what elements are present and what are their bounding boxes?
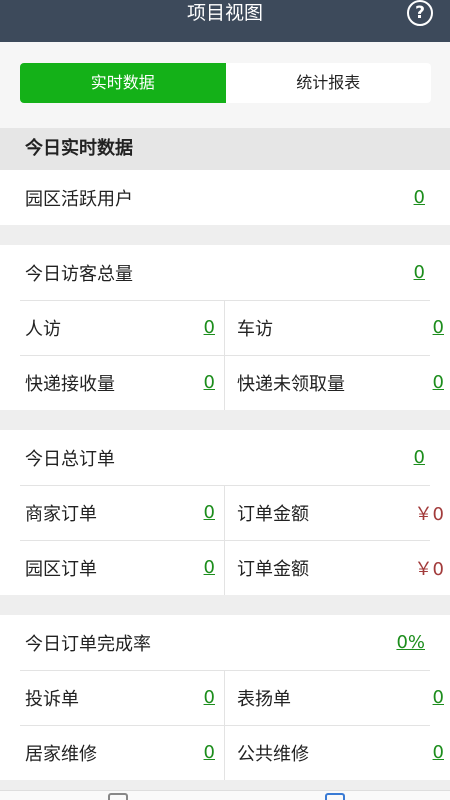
express-unclaimed-cell: 快递未领取量 0 bbox=[225, 355, 450, 410]
repair-row: 居家维修 0 公共维修 0 bbox=[0, 725, 450, 780]
public-repair-label: 公共维修 bbox=[237, 743, 309, 765]
park-orders-cell: 园区订单 0 bbox=[0, 540, 225, 595]
express-unclaimed-label: 快递未领取量 bbox=[237, 373, 345, 395]
page-title: 项目视图 bbox=[186, 2, 263, 24]
active-users-label: 园区活跃用户 bbox=[25, 188, 133, 210]
orders-total-row: 今日总订单 0 bbox=[0, 430, 450, 485]
orders-total-label: 今日总订单 bbox=[25, 448, 115, 470]
praise-label: 表扬单 bbox=[237, 688, 291, 710]
tab-realtime-data[interactable]: 实时数据 bbox=[20, 63, 226, 103]
merchant-orders-value[interactable]: 0 bbox=[204, 502, 215, 523]
home-repair-cell: 居家维修 0 bbox=[0, 725, 225, 780]
active-users-row: 园区活跃用户 0 bbox=[0, 170, 450, 225]
help-icon[interactable]: ? bbox=[407, 0, 433, 26]
merchant-amount-label: 订单金额 bbox=[237, 503, 309, 525]
complaint-value[interactable]: 0 bbox=[204, 687, 215, 708]
visitors-card: 今日访客总量 0 人访 0 车访 0 快递接收量 0 快递未领取量 0 bbox=[0, 245, 450, 410]
park-orders-row: 园区订单 0 订单金额 ￥0 bbox=[0, 540, 450, 595]
park-amount-value: ￥0 bbox=[414, 558, 444, 580]
orders-card: 今日总订单 0 商家订单 0 订单金额 ￥0 园区订单 0 订单金额 ￥0 bbox=[0, 430, 450, 595]
completion-rate-row: 今日订单完成率 0% bbox=[0, 615, 450, 670]
express-received-value[interactable]: 0 bbox=[204, 372, 215, 393]
active-users-value[interactable]: 0 bbox=[414, 187, 425, 208]
tab-statistics-report[interactable]: 统计报表 bbox=[226, 63, 432, 103]
vehicle-visit-cell: 车访 0 bbox=[225, 300, 450, 355]
tabbar-second-icon[interactable] bbox=[325, 793, 345, 800]
active-users-card: 园区活跃用户 0 bbox=[0, 170, 450, 225]
top-bar: 项目视图 ? bbox=[0, 0, 450, 42]
tabs-container: 实时数据 统计报表 bbox=[0, 42, 450, 128]
tabbar-first-icon[interactable] bbox=[108, 793, 128, 800]
home-repair-label: 居家维修 bbox=[25, 743, 97, 765]
public-repair-cell: 公共维修 0 bbox=[225, 725, 450, 780]
vehicle-visit-value[interactable]: 0 bbox=[433, 317, 444, 338]
bottom-tab-bar bbox=[0, 790, 450, 800]
praise-cell: 表扬单 0 bbox=[225, 670, 450, 725]
merchant-amount-value: ￥0 bbox=[414, 503, 444, 525]
completion-rate-value[interactable]: 0% bbox=[396, 632, 425, 653]
merchant-orders-cell: 商家订单 0 bbox=[0, 485, 225, 540]
home-repair-value[interactable]: 0 bbox=[204, 742, 215, 763]
visitors-total-label: 今日访客总量 bbox=[25, 263, 133, 285]
person-visit-value[interactable]: 0 bbox=[204, 317, 215, 338]
complaint-label: 投诉单 bbox=[25, 688, 79, 710]
segmented-tabs: 实时数据 统计报表 bbox=[20, 63, 431, 103]
express-received-cell: 快递接收量 0 bbox=[0, 355, 225, 410]
praise-value[interactable]: 0 bbox=[433, 687, 444, 708]
public-repair-value[interactable]: 0 bbox=[433, 742, 444, 763]
express-received-label: 快递接收量 bbox=[25, 373, 115, 395]
orders-total-value[interactable]: 0 bbox=[414, 447, 425, 468]
merchant-orders-row: 商家订单 0 订单金额 ￥0 bbox=[0, 485, 450, 540]
express-row: 快递接收量 0 快递未领取量 0 bbox=[0, 355, 450, 410]
merchant-orders-label: 商家订单 bbox=[25, 503, 97, 525]
park-orders-label: 园区订单 bbox=[25, 558, 97, 580]
person-visit-label: 人访 bbox=[25, 318, 61, 340]
completion-rate-label: 今日订单完成率 bbox=[25, 633, 151, 655]
section-title: 今日实时数据 bbox=[0, 128, 450, 170]
visitors-total-value[interactable]: 0 bbox=[414, 262, 425, 283]
park-amount-cell: 订单金额 ￥0 bbox=[225, 540, 450, 595]
person-visit-cell: 人访 0 bbox=[0, 300, 225, 355]
visitors-type-row: 人访 0 车访 0 bbox=[0, 300, 450, 355]
vehicle-visit-label: 车访 bbox=[237, 318, 273, 340]
park-orders-value[interactable]: 0 bbox=[204, 557, 215, 578]
merchant-amount-cell: 订单金额 ￥0 bbox=[225, 485, 450, 540]
express-unclaimed-value[interactable]: 0 bbox=[433, 372, 444, 393]
complaint-cell: 投诉单 0 bbox=[0, 670, 225, 725]
visitors-total-row: 今日访客总量 0 bbox=[0, 245, 450, 300]
feedback-row: 投诉单 0 表扬单 0 bbox=[0, 670, 450, 725]
park-amount-label: 订单金额 bbox=[237, 558, 309, 580]
completion-card: 今日订单完成率 0% 投诉单 0 表扬单 0 居家维修 0 公共维修 0 bbox=[0, 615, 450, 780]
